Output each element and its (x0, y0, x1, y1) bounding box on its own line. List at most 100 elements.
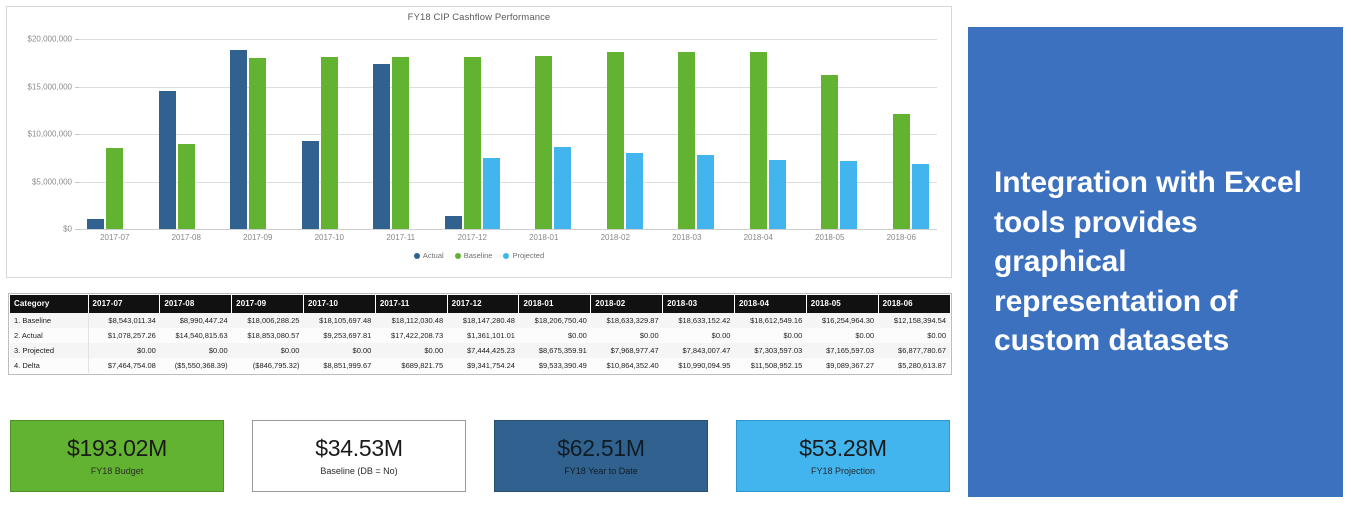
table-column-header[interactable]: 2017-07 (88, 295, 161, 313)
chart-x-tick-label: 2018-03 (672, 233, 702, 242)
chart-y-tick-mark (75, 229, 79, 230)
chart-bar-group (580, 39, 652, 229)
chart-title: FY18 CIP Cashflow Performance (407, 12, 551, 23)
chart-x-tick-label: 2018-02 (600, 233, 630, 242)
table-column-header[interactable]: 2018-02 (590, 295, 664, 313)
chart-bar-actual (373, 63, 391, 229)
chart-x-tick-label: 2017-08 (171, 233, 201, 242)
table-column-header[interactable]: 2018-05 (806, 295, 879, 313)
chart-bar-actual (158, 90, 176, 229)
kpi-card[interactable]: $34.53M Baseline (DB = No) (252, 420, 466, 492)
chart-bar-baseline (749, 52, 767, 229)
chart-bar-group (437, 39, 509, 229)
table-row: 1. Baseline $8,543,011.34 $8,990,447.24 $18… (10, 313, 950, 328)
chart-y-tick-label: $0 (63, 224, 72, 234)
table-cell: $0.00 (783, 331, 803, 340)
table-cell: $18,006,288.25 (247, 316, 300, 325)
table-cell: $18,206,750.40 (534, 316, 587, 325)
table-row: 3. Projected $0.00 $0.00 $0.00 $0.00 $0.00 $7,… (10, 343, 950, 358)
table-cell: $8,543,011.34 (108, 316, 156, 325)
table-cell: $8,990,447.24 (179, 316, 228, 325)
legend-swatch-icon (454, 252, 461, 259)
chart-bar-group (365, 39, 437, 229)
table-cell: $9,341,754.24 (467, 361, 515, 370)
chart-bar-group (508, 39, 580, 229)
table-row: 4. Delta $7,464,754.08 ($5,550,368.39) ($84… (10, 358, 950, 373)
table-cell: $7,303,597.03 (754, 346, 803, 355)
table-column-header[interactable]: 2017-12 (447, 295, 520, 313)
table-column-header[interactable]: 2017-10 (303, 295, 376, 313)
table-cell: $7,444,425.23 (467, 346, 515, 355)
kpi-card[interactable]: $53.28M FY18 Projection (736, 420, 950, 492)
table-cell: $7,843,007.47 (682, 346, 731, 355)
kpi-value: $62.51M (557, 435, 645, 462)
chart-bar-baseline (678, 52, 696, 229)
kpi-card[interactable]: $193.02M FY18 Budget (10, 420, 224, 492)
table-column-header[interactable]: 2017-11 (375, 295, 448, 313)
table-header-row: Category 2017-07 2017-08 2017-09 2017-10 2017… (10, 295, 950, 313)
callout-text: Integration with Excel tools provides gr… (994, 166, 1302, 358)
table-column-header[interactable]: 2018-06 (878, 295, 950, 313)
table-column-header[interactable]: 2018-01 (518, 295, 592, 313)
chart-bar-projected (768, 159, 786, 229)
table-cell: $1,361,101.01 (467, 331, 515, 340)
chart-bar-baseline (892, 113, 910, 229)
table-row-category: 3. Projected (10, 343, 89, 358)
chart-bar-baseline (821, 74, 839, 229)
chart-legend-item[interactable]: Projected (503, 251, 544, 260)
chart-bar-actual (230, 49, 248, 229)
chart-legend-item[interactable]: Actual (413, 251, 444, 260)
table-row: 2. Actual $1,078,257.26 $14,540,815.63 $18,… (10, 328, 950, 343)
callout-column: Integration with Excel tools provides gr… (960, 0, 1351, 511)
chart-bar-projected (840, 160, 858, 229)
chart-bar-baseline (106, 147, 124, 229)
cashflow-table-card: Category 2017-07 2017-08 2017-09 2017-10 2017… (8, 293, 952, 375)
chart-legend: Actual Baseline Projected (7, 251, 951, 260)
legend-label: Baseline (463, 251, 493, 260)
kpi-label: FY18 Projection (810, 465, 876, 476)
legend-swatch-icon (503, 252, 510, 259)
table-cell: $7,165,597.03 (826, 346, 875, 355)
table-column-header[interactable]: Category (10, 295, 89, 313)
table-cell: ($846,795.32) (252, 361, 300, 370)
table-cell: $18,147,280.48 (462, 316, 515, 325)
chart-x-tick-label: 2017-12 (457, 233, 487, 242)
table-cell: $8,675,359.91 (538, 346, 587, 355)
chart-bar-group (866, 39, 938, 229)
kpi-value: $34.53M (315, 435, 403, 462)
table-cell: $0.00 (639, 331, 659, 340)
chart-bar-baseline (392, 56, 410, 229)
dashboard-left-column: FY18 CIP Cashflow Performance $0 $5,000,0… (0, 0, 960, 511)
table-cell: $9,533,390.49 (538, 361, 587, 370)
table-cell: $0.00 (927, 331, 946, 340)
cashflow-chart-card: FY18 CIP Cashflow Performance $0 $5,000,0… (6, 6, 952, 278)
table-body: 1. Baseline $8,543,011.34 $8,990,447.24 $18… (10, 313, 950, 373)
table-cell: $18,112,030.48 (391, 316, 444, 325)
table-cell: $0.00 (352, 346, 372, 355)
chart-x-tick-label: 2018-04 (743, 233, 773, 242)
table-cell: $0.00 (137, 346, 156, 355)
table-cell: $689,821.75 (401, 361, 444, 370)
table-cell: $11,508,952.15 (750, 361, 803, 370)
table-row-category: 1. Baseline (10, 313, 89, 328)
table-cell: $6,877,780.67 (898, 346, 946, 355)
kpi-value: $53.28M (799, 435, 887, 462)
chart-plot-area: $0 $5,000,000 $10,000,000 $15,000,000 $20,00… (28, 35, 938, 234)
kpi-card[interactable]: $62.51M FY18 Year to Date (494, 420, 708, 492)
chart-bar-projected (554, 146, 572, 229)
chart-bar-group (222, 39, 294, 229)
table-column-header[interactable]: 2018-04 (734, 295, 807, 313)
callout-panel: Integration with Excel tools provides gr… (968, 27, 1343, 497)
chart-bar-actual (444, 216, 462, 229)
table-cell: $0.00 (208, 346, 228, 355)
chart-legend-item[interactable]: Baseline (454, 251, 493, 260)
table-column-header[interactable]: 2017-08 (159, 295, 233, 313)
chart-bar-group (79, 39, 151, 229)
chart-x-tick-label: 2017-10 (314, 233, 344, 242)
chart-plot-wrapper: $0 $5,000,000 $10,000,000 $15,000,000 $20,00… (7, 29, 951, 277)
table-column-header[interactable]: 2017-09 (231, 295, 304, 313)
table-cell: ($5,550,368.39) (174, 361, 228, 370)
chart-x-tick-label: 2017-09 (243, 233, 273, 242)
dashboard-root: FY18 CIP Cashflow Performance $0 $5,000,0… (0, 0, 1351, 511)
table-column-header[interactable]: 2018-03 (662, 295, 735, 313)
